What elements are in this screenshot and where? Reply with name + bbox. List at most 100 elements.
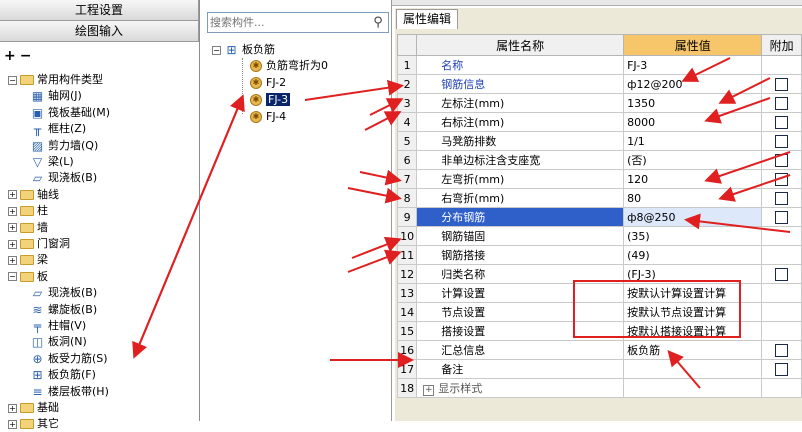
component-search-box[interactable]: ⚲	[207, 12, 389, 33]
property-value[interactable]: (49)	[623, 245, 763, 265]
property-value[interactable]: 8000	[623, 112, 763, 132]
attach-checkbox[interactable]	[775, 115, 789, 129]
expand-icon[interactable]: +	[8, 223, 17, 233]
search-input[interactable]	[208, 13, 368, 32]
row-number: 13	[396, 283, 418, 303]
component-root[interactable]: − ⊞ 板负筋	[212, 42, 275, 58]
tree-item[interactable]: ≡ 楼层板带(H)	[30, 384, 108, 400]
tree-item[interactable]: ▱ 现浇板(B)	[30, 170, 97, 186]
expand-icon[interactable]: +	[8, 206, 17, 216]
property-row[interactable]: 7 左弯折(mm) 120	[396, 169, 802, 189]
property-row[interactable]: 4 右标注(mm) 8000	[396, 112, 802, 132]
tree-item[interactable]: − 板	[8, 269, 48, 285]
project-settings-button[interactable]: 工程设置	[0, 0, 199, 21]
component-list-item[interactable]: ✱ FJ-4	[250, 109, 286, 125]
property-name: 钢筋锚固	[441, 230, 486, 243]
tree-item[interactable]: + 墙	[8, 220, 48, 236]
expand-icon[interactable]: +	[8, 419, 17, 429]
property-name: 节点设置	[441, 306, 486, 319]
property-value[interactable]	[623, 359, 763, 379]
tree-item[interactable]: ⊞ 板负筋(F)	[30, 367, 95, 383]
property-name-cell: 分布钢筋	[416, 207, 625, 227]
tree-item[interactable]: ▽ 梁(L)	[30, 154, 74, 170]
property-row[interactable]: 3 左标注(mm) 1350	[396, 93, 802, 113]
tree-item-label: 门窗洞	[37, 237, 70, 250]
tree-item[interactable]: + 轴线	[8, 187, 59, 203]
property-value[interactable]: FJ-3	[623, 55, 763, 75]
property-value[interactable]	[623, 378, 763, 398]
property-value[interactable]: (否)	[623, 150, 763, 170]
property-value[interactable]: 120	[623, 169, 763, 189]
property-row[interactable]: 11 钢筋搭接 (49)	[396, 245, 802, 265]
component-list-item[interactable]: ✱ FJ-2	[250, 75, 286, 91]
collapse-all-icon[interactable]: −	[20, 48, 32, 64]
property-row[interactable]: 5 马凳筋排数 1/1	[396, 131, 802, 151]
property-name: 右弯折(mm)	[441, 192, 505, 205]
property-row[interactable]: 1 名称 FJ-3	[396, 55, 802, 75]
expand-icon[interactable]: +	[8, 255, 17, 265]
collapse-icon[interactable]: −	[8, 75, 17, 85]
attach-checkbox[interactable]	[775, 77, 789, 91]
folder-icon	[20, 271, 34, 282]
property-row[interactable]: 10 钢筋锚固 (35)	[396, 226, 802, 246]
attach-checkbox[interactable]	[775, 96, 789, 110]
tree-item[interactable]: + 基础	[8, 400, 59, 416]
drawing-input-button[interactable]: 绘图输入	[0, 21, 199, 42]
tree-item[interactable]: ╤ 柱帽(V)	[30, 318, 86, 334]
attach-checkbox[interactable]	[775, 210, 789, 224]
tree-item[interactable]: + 梁	[8, 252, 48, 268]
expand-icon[interactable]: +	[8, 239, 17, 249]
property-row[interactable]: 6 非单边标注含支座宽 (否)	[396, 150, 802, 170]
row-number: 9	[396, 207, 418, 227]
tree-item[interactable]: + 其它	[8, 416, 59, 432]
attach-checkbox[interactable]	[775, 343, 789, 357]
attach-checkbox[interactable]	[775, 153, 789, 167]
expand-icon[interactable]: +	[8, 403, 17, 413]
expand-all-icon[interactable]: +	[4, 48, 16, 64]
tree-item[interactable]: ╥ 框柱(Z)	[30, 121, 86, 137]
tree-item[interactable]: + 柱	[8, 203, 48, 219]
property-value[interactable]: 1/1	[623, 131, 763, 151]
collapse-icon[interactable]: −	[8, 272, 17, 282]
attach-checkbox[interactable]	[775, 172, 789, 186]
tree-item[interactable]: ≋ 螺旋板(B)	[30, 302, 97, 318]
search-icon[interactable]: ⚲	[369, 14, 387, 31]
attach-checkbox[interactable]	[775, 191, 789, 205]
row-number: 8	[396, 188, 418, 208]
property-value[interactable]: 板负筋	[623, 340, 763, 360]
property-row[interactable]: 16 汇总信息 板负筋	[396, 340, 802, 360]
tree-item-label: 柱	[37, 204, 48, 218]
row-number: 4	[396, 112, 418, 132]
property-row[interactable]: 8 右弯折(mm) 80	[396, 188, 802, 208]
expand-icon[interactable]: +	[8, 190, 17, 200]
attach-checkbox[interactable]	[775, 134, 789, 148]
tree-item[interactable]: ▣ 筏板基础(M)	[30, 105, 110, 121]
tree-item[interactable]: ▦ 轴网(J)	[30, 88, 82, 104]
component-list-item[interactable]: ✱ FJ-3	[250, 92, 291, 108]
expand-icon[interactable]: +	[423, 385, 435, 396]
folder-icon	[20, 239, 34, 249]
collapse-icon[interactable]: −	[212, 45, 221, 55]
attach-checkbox[interactable]	[775, 267, 789, 281]
property-value[interactable]: (35)	[623, 226, 763, 246]
tree-item[interactable]: ▱ 现浇板(B)	[30, 285, 97, 301]
tree-item[interactable]: ▨ 剪力墙(Q)	[30, 138, 98, 154]
property-value[interactable]: ф8@250	[623, 207, 763, 227]
component-list-item[interactable]: ✱ 负筋弯折为0	[250, 58, 328, 74]
attach-cell	[761, 150, 802, 170]
property-name: 归类名称	[441, 268, 486, 281]
tab-property-edit[interactable]: 属性编辑	[396, 9, 459, 29]
property-value[interactable]: 1350	[623, 93, 763, 113]
property-value[interactable]: 80	[623, 188, 763, 208]
property-rows: 1 名称 FJ-3 2 钢筋信息 ф12@200 3 左标注(mm) 1350 4 右标注(mm) 8…	[396, 55, 802, 398]
tree-item[interactable]: − 常用构件类型	[8, 72, 103, 88]
tree-item[interactable]: ◫ 板洞(N)	[30, 334, 87, 350]
property-row[interactable]: 18 + 显示样式	[396, 378, 802, 398]
tree-item[interactable]: ⊕ 板受力筋(S)	[30, 351, 107, 367]
property-row[interactable]: 9 分布钢筋 ф8@250	[396, 207, 802, 227]
property-row[interactable]: 2 钢筋信息 ф12@200	[396, 74, 802, 94]
tree-item[interactable]: + 门窗洞	[8, 236, 70, 252]
attach-checkbox[interactable]	[775, 362, 789, 376]
property-row[interactable]: 17 备注	[396, 359, 802, 379]
property-value[interactable]: ф12@200	[623, 74, 763, 94]
